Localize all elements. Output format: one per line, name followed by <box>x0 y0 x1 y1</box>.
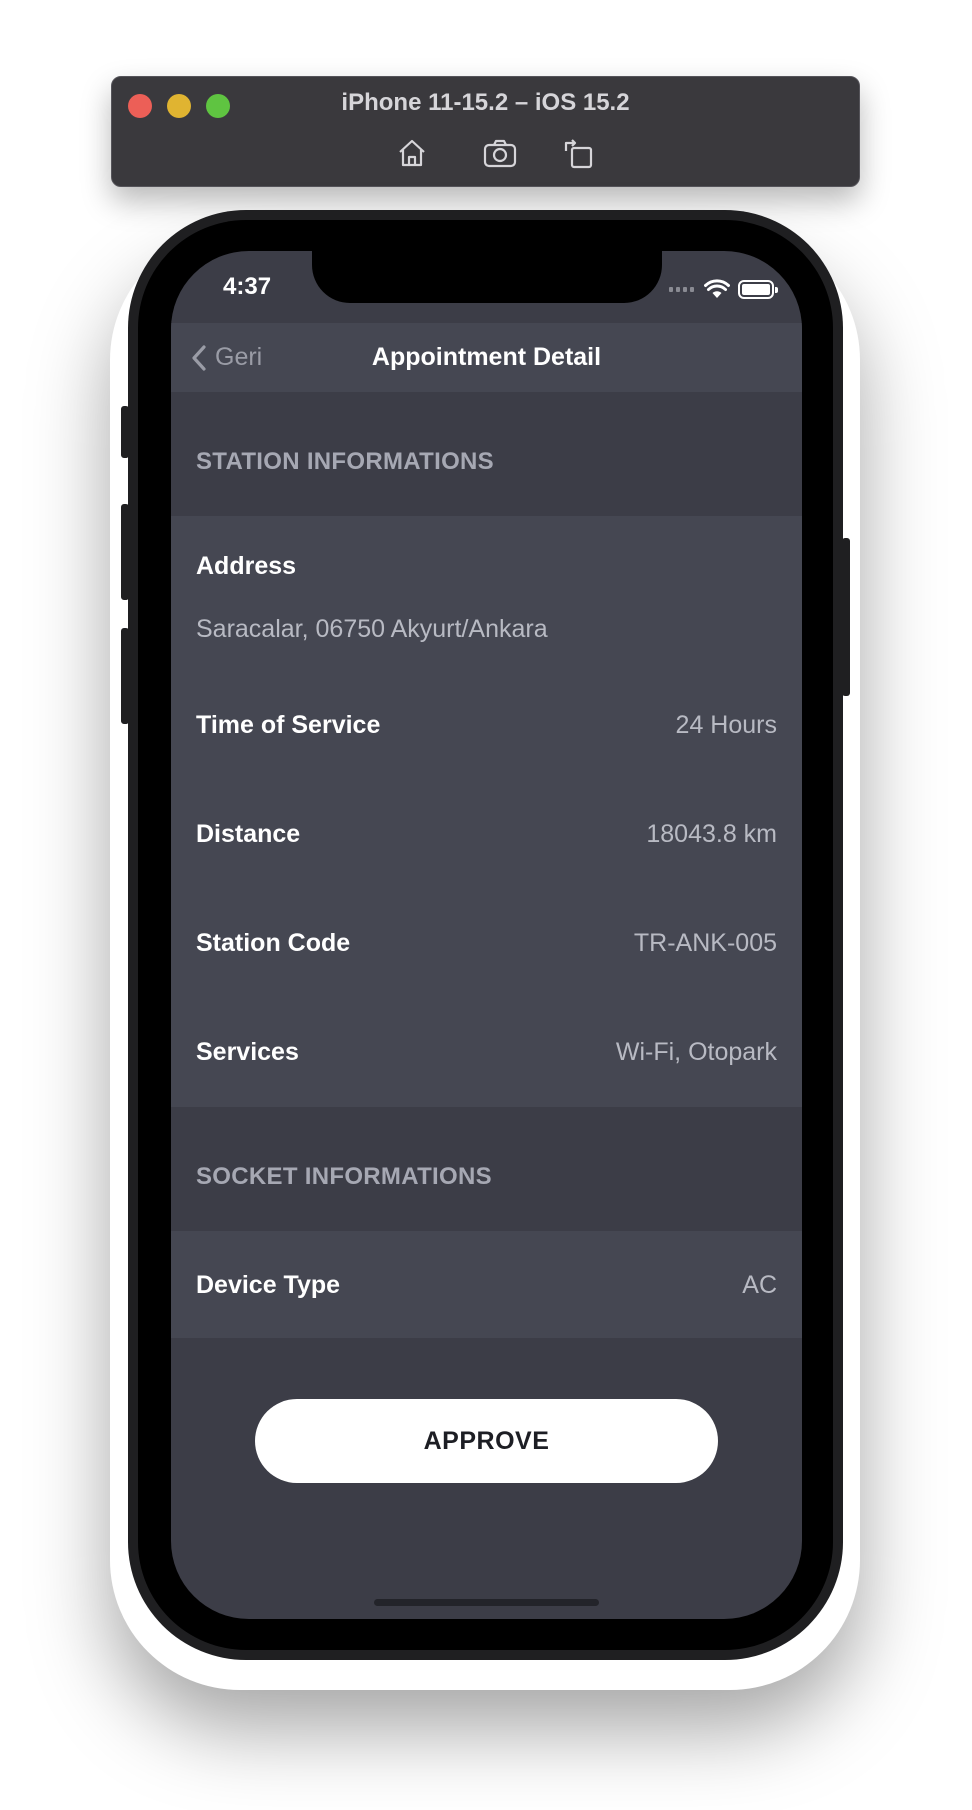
socket-info-group: Device Type AC <box>171 1231 802 1338</box>
station-section-header: STATION INFORMATIONS <box>171 392 802 516</box>
side-button <box>842 538 850 696</box>
camera-icon[interactable] <box>482 135 518 171</box>
notch <box>312 251 662 303</box>
row-value: 24 Hours <box>675 711 777 739</box>
row-label: Device Type <box>196 1271 341 1299</box>
detail-list[interactable]: STATION INFORMATIONS Address Saracalar, … <box>171 392 802 1338</box>
approve-button[interactable]: APPROVE <box>255 1399 718 1483</box>
row-label: Distance <box>196 820 301 848</box>
address-label: Address <box>196 552 297 580</box>
row-label: Time of Service <box>196 711 381 739</box>
station-info-group: Address Saracalar, 06750 Akyurt/Ankara T… <box>171 516 802 1107</box>
row-label: Station Code <box>196 929 351 957</box>
station-section-title: STATION INFORMATIONS <box>196 448 494 475</box>
battery-icon <box>738 279 778 299</box>
socket-section-title: SOCKET INFORMATIONS <box>196 1163 492 1190</box>
wifi-icon <box>704 279 730 299</box>
device-type-row: Device Type AC <box>171 1231 802 1338</box>
status-icons <box>669 279 778 299</box>
time-of-service-row: Time of Service 24 Hours <box>171 671 802 780</box>
row-value: 18043.8 km <box>646 820 777 848</box>
simulator-titlebar: iPhone 11-15.2 – iOS 15.2 <box>111 76 860 187</box>
rotate-icon[interactable] <box>561 135 597 171</box>
row-value: Wi-Fi, Otopark <box>615 1038 777 1066</box>
distance-row: Distance 18043.8 km <box>171 780 802 889</box>
home-indicator[interactable] <box>374 1599 599 1606</box>
approve-label: APPROVE <box>423 1426 550 1455</box>
navigation-bar: Geri Appointment Detail <box>171 323 802 392</box>
socket-section-header: SOCKET INFORMATIONS <box>171 1107 802 1231</box>
row-value: AC <box>742 1271 777 1299</box>
simulator-title: iPhone 11-15.2 – iOS 15.2 <box>341 89 630 116</box>
cellular-signal-icon <box>669 286 694 292</box>
address-row: Address Saracalar, 06750 Akyurt/Ankara <box>171 516 802 671</box>
status-time: 4:37 <box>223 273 272 300</box>
device-screen: 4:37 Geri Appointment Detail STATION INF… <box>171 251 802 1619</box>
services-row: Services Wi-Fi, Otopark <box>171 998 802 1107</box>
home-icon[interactable] <box>394 135 430 171</box>
row-label: Services <box>196 1038 299 1066</box>
row-value: TR-ANK-005 <box>633 929 777 957</box>
page-title: Appointment Detail <box>371 343 602 371</box>
station-code-row: Station Code TR-ANK-005 <box>171 889 802 998</box>
address-value: Saracalar, 06750 Akyurt/Ankara <box>196 615 548 643</box>
